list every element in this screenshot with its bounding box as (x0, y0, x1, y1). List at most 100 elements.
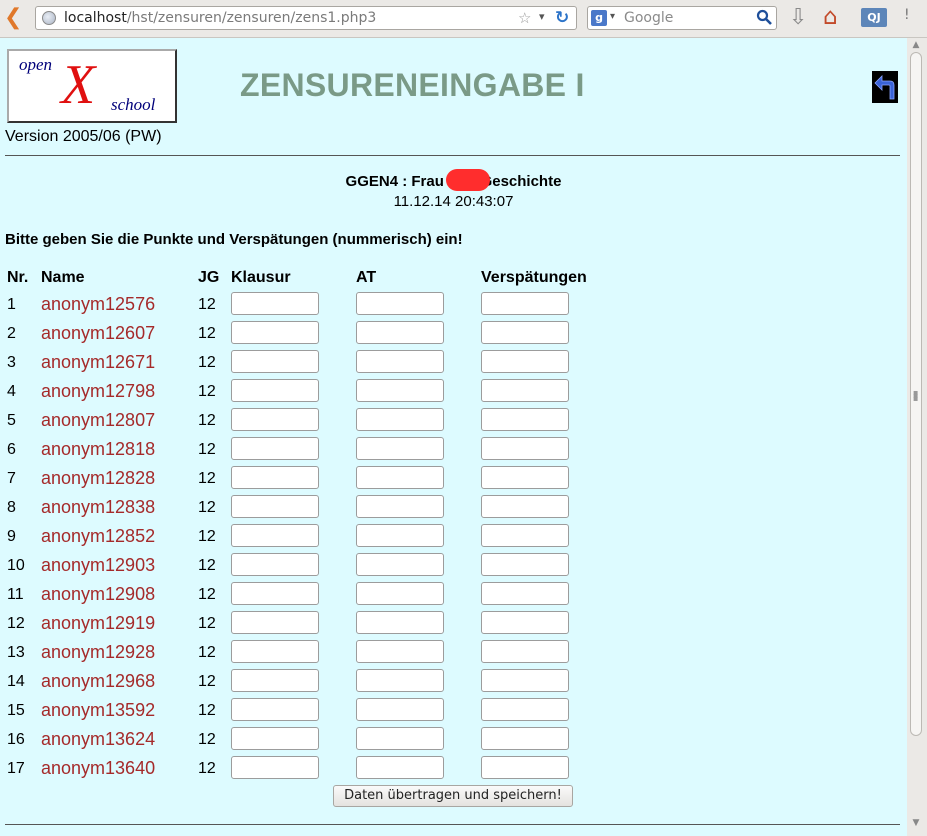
at-input[interactable] (356, 669, 444, 692)
at-input[interactable] (356, 495, 444, 518)
student-name-link[interactable]: anonym12576 (41, 294, 155, 315)
student-name-link[interactable]: anonym12807 (41, 410, 155, 431)
student-name-link[interactable]: anonym13624 (41, 729, 155, 750)
klausur-input[interactable] (231, 321, 319, 344)
student-name-link[interactable]: anonym12919 (41, 613, 155, 634)
url-text[interactable]: localhost/hst/zensuren/zensuren/zens1.ph… (64, 10, 376, 26)
verspaetungen-input[interactable] (481, 379, 569, 402)
at-input[interactable] (356, 408, 444, 431)
table-row: 11 anonym12908 12 (0, 582, 907, 611)
klausur-input[interactable] (231, 408, 319, 431)
at-input[interactable] (356, 379, 444, 402)
at-input[interactable] (356, 582, 444, 605)
row-jg: 12 (198, 325, 216, 342)
at-input[interactable] (356, 756, 444, 779)
url-history-dropdown-icon[interactable]: ▾ (539, 10, 545, 23)
google-engine-icon[interactable]: g (591, 10, 607, 26)
verspaetungen-input[interactable] (481, 350, 569, 373)
bookmark-star-icon[interactable]: ☆ (518, 9, 531, 27)
verspaetungen-input[interactable] (481, 524, 569, 547)
student-name-link[interactable]: anonym12818 (41, 439, 155, 460)
at-input[interactable] (356, 553, 444, 576)
search-magnifier-icon[interactable] (756, 9, 774, 27)
student-name-link[interactable]: anonym13640 (41, 758, 155, 779)
klausur-input[interactable] (231, 582, 319, 605)
table-row: 13 anonym12928 12 (0, 640, 907, 669)
student-name-link[interactable]: anonym12852 (41, 526, 155, 547)
klausur-input[interactable] (231, 495, 319, 518)
student-name-link[interactable]: anonym13592 (41, 700, 155, 721)
student-name-link[interactable]: anonym12903 (41, 555, 155, 576)
scrollbar-grip-icon: ▪ ▪ ▪ (913, 388, 919, 403)
klausur-input[interactable] (231, 466, 319, 489)
verspaetungen-input[interactable] (481, 466, 569, 489)
at-input[interactable] (356, 611, 444, 634)
verspaetungen-input[interactable] (481, 321, 569, 344)
verspaetungen-input[interactable] (481, 611, 569, 634)
at-input[interactable] (356, 321, 444, 344)
student-name-link[interactable]: anonym12671 (41, 352, 155, 373)
search-input[interactable]: Google (624, 10, 673, 26)
scrollbar-thumb[interactable]: ▪ ▪ ▪ (910, 52, 922, 736)
header-jg: JG (198, 269, 220, 286)
at-input[interactable] (356, 640, 444, 663)
student-name-link[interactable]: anonym12798 (41, 381, 155, 402)
at-input[interactable] (356, 524, 444, 547)
reload-icon[interactable]: ↻ (555, 9, 573, 27)
browser-back-icon[interactable]: ❮ (4, 7, 24, 29)
return-arrow-icon[interactable] (872, 71, 898, 103)
page-title: ZENSURENEINGABE I (240, 67, 585, 103)
search-engine-dropdown-icon[interactable]: ▾ (610, 11, 615, 22)
vertical-scrollbar[interactable]: ▲ ▪ ▪ ▪ ▼ (907, 38, 927, 836)
student-name-link[interactable]: anonym12838 (41, 497, 155, 518)
at-input[interactable] (356, 698, 444, 721)
verspaetungen-input[interactable] (481, 292, 569, 315)
toolbar-overflow-icon[interactable]: ! (904, 7, 910, 23)
klausur-input[interactable] (231, 350, 319, 373)
student-name-link[interactable]: anonym12908 (41, 584, 155, 605)
verspaetungen-input[interactable] (481, 408, 569, 431)
klausur-input[interactable] (231, 669, 319, 692)
search-bar[interactable]: g ▾ Google (587, 6, 777, 30)
scroll-down-arrow-icon[interactable]: ▼ (911, 818, 921, 828)
klausur-input[interactable] (231, 640, 319, 663)
scroll-up-arrow-icon[interactable]: ▲ (911, 40, 921, 50)
at-input[interactable] (356, 350, 444, 373)
verspaetungen-input[interactable] (481, 495, 569, 518)
home-icon[interactable]: ⌂ (823, 5, 849, 29)
version-label: Version 2005/06 (PW) (5, 128, 162, 145)
url-bar[interactable]: localhost/hst/zensuren/zensuren/zens1.ph… (35, 6, 577, 30)
verspaetungen-input[interactable] (481, 437, 569, 460)
addon-icon[interactable]: QJ (861, 8, 887, 27)
klausur-input[interactable] (231, 524, 319, 547)
at-input[interactable] (356, 466, 444, 489)
url-host: localhost (64, 10, 127, 26)
verspaetungen-input[interactable] (481, 669, 569, 692)
at-input[interactable] (356, 292, 444, 315)
submit-button[interactable]: Daten übertragen und speichern! (333, 785, 573, 807)
verspaetungen-input[interactable] (481, 698, 569, 721)
verspaetungen-input[interactable] (481, 727, 569, 750)
verspaetungen-input[interactable] (481, 553, 569, 576)
klausur-input[interactable] (231, 756, 319, 779)
verspaetungen-input[interactable] (481, 756, 569, 779)
row-nr: 11 (7, 586, 24, 603)
download-icon[interactable]: ⇩ (789, 6, 809, 30)
verspaetungen-input[interactable] (481, 582, 569, 605)
student-name-link[interactable]: anonym12928 (41, 642, 155, 663)
klausur-input[interactable] (231, 727, 319, 750)
student-name-link[interactable]: anonym12968 (41, 671, 155, 692)
verspaetungen-input[interactable] (481, 640, 569, 663)
at-input[interactable] (356, 727, 444, 750)
klausur-input[interactable] (231, 611, 319, 634)
klausur-input[interactable] (231, 698, 319, 721)
row-nr: 4 (7, 383, 16, 400)
klausur-input[interactable] (231, 379, 319, 402)
klausur-input[interactable] (231, 553, 319, 576)
row-jg: 12 (198, 412, 216, 429)
klausur-input[interactable] (231, 292, 319, 315)
klausur-input[interactable] (231, 437, 319, 460)
student-name-link[interactable]: anonym12607 (41, 323, 155, 344)
student-name-link[interactable]: anonym12828 (41, 468, 155, 489)
at-input[interactable] (356, 437, 444, 460)
